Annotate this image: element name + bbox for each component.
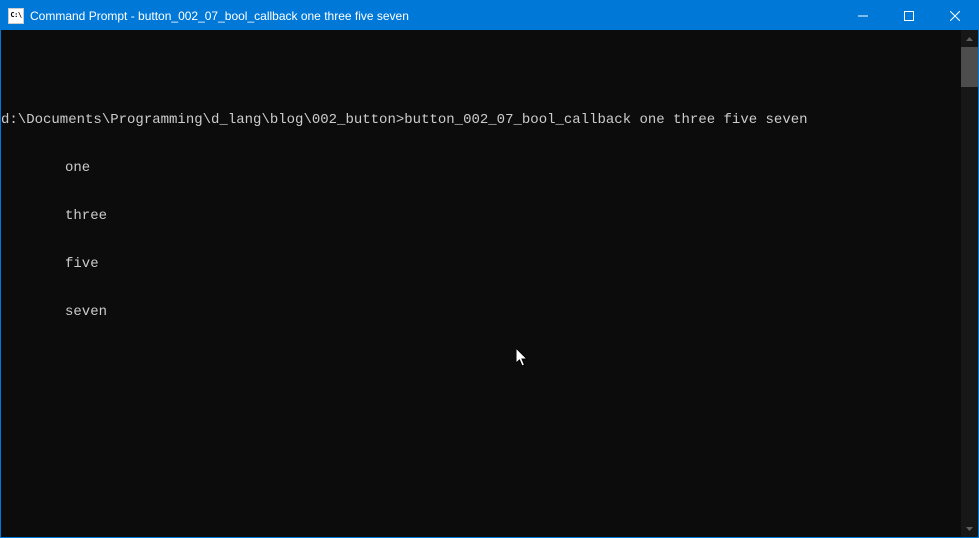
output-text: one [65, 160, 90, 176]
output-text: seven [65, 304, 107, 320]
minimize-icon [858, 11, 868, 21]
window-title: Command Prompt - button_002_07_bool_call… [30, 9, 840, 23]
maximize-button[interactable] [886, 1, 932, 30]
prompt-path: d:\Documents\Programming\d_lang\blog\002… [1, 112, 404, 128]
cmd-icon-label: C:\ [10, 12, 21, 19]
cmd-icon: C:\ [8, 8, 24, 24]
minimize-button[interactable] [840, 1, 886, 30]
close-icon [950, 11, 960, 21]
mouse-cursor-icon [516, 348, 530, 368]
client-area: d:\Documents\Programming\d_lang\blog\002… [1, 30, 978, 537]
scroll-down-button[interactable] [961, 520, 978, 537]
empty-line [1, 64, 961, 80]
command-prompt-window: C:\ Command Prompt - button_002_07_bool_… [0, 0, 979, 538]
output-line: seven [1, 304, 961, 320]
output-line: three [1, 208, 961, 224]
console-output[interactable]: d:\Documents\Programming\d_lang\blog\002… [1, 30, 961, 537]
chevron-down-icon [966, 527, 973, 531]
output-text: three [65, 208, 107, 224]
vertical-scrollbar[interactable] [961, 30, 978, 537]
command-text: button_002_07_bool_callback one three fi… [404, 112, 807, 128]
titlebar[interactable]: C:\ Command Prompt - button_002_07_bool_… [1, 1, 978, 30]
chevron-up-icon [966, 37, 973, 41]
output-line: one [1, 160, 961, 176]
prompt-line: d:\Documents\Programming\d_lang\blog\002… [1, 112, 961, 128]
scroll-thumb[interactable] [961, 47, 978, 87]
output-text: five [65, 256, 99, 272]
close-button[interactable] [932, 1, 978, 30]
scroll-up-button[interactable] [961, 30, 978, 47]
maximize-icon [904, 11, 914, 21]
output-line: five [1, 256, 961, 272]
scroll-track[interactable] [961, 47, 978, 520]
window-controls [840, 1, 978, 30]
